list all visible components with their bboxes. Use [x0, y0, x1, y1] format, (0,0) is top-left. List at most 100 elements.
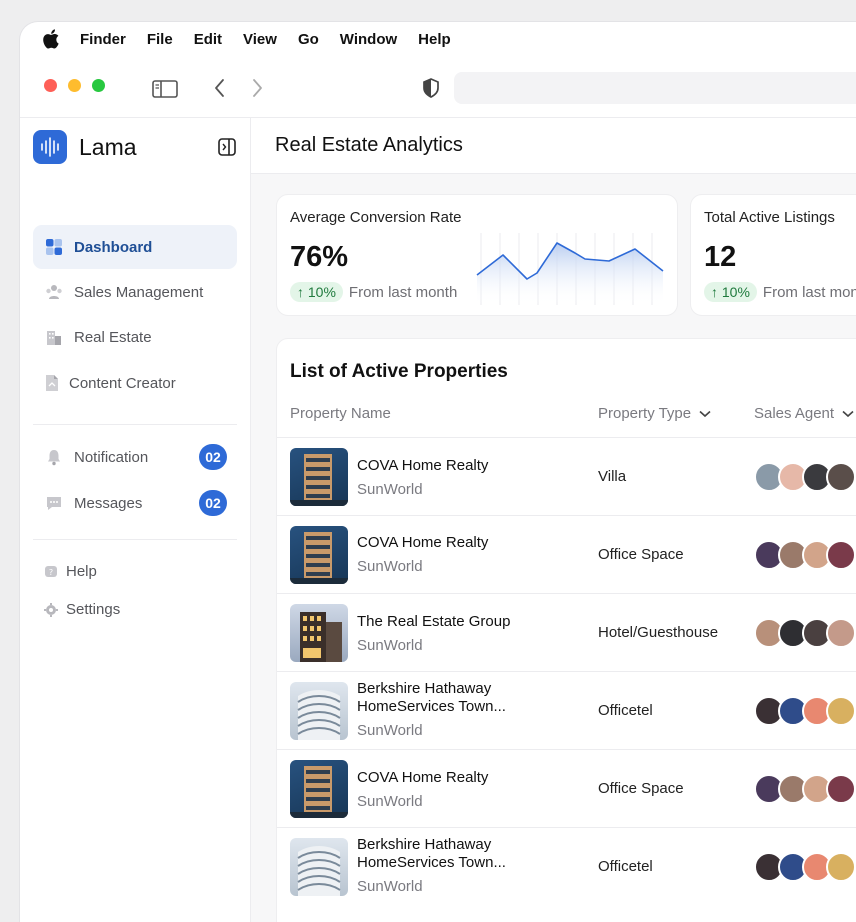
sidebar-item-label: Help [66, 563, 97, 580]
sidebar-item-label: Sales Management [74, 283, 204, 301]
address-bar[interactable] [454, 72, 856, 104]
property-type: Office Space [598, 780, 684, 797]
menu-help[interactable]: Help [418, 31, 451, 48]
sidebar-toggle-icon[interactable] [152, 80, 178, 98]
property-name: COVA Home Realty [357, 534, 489, 551]
active-properties-card: List of Active Properties Property Name … [276, 338, 856, 922]
property-thumbnail [290, 604, 348, 662]
minimize-window-button[interactable] [68, 79, 81, 92]
property-type: Hotel/Guesthouse [598, 624, 719, 641]
brand[interactable]: Lama [33, 130, 137, 164]
shield-icon[interactable] [422, 78, 440, 98]
page-title: Real Estate Analytics [275, 134, 463, 156]
sidebar-divider [33, 539, 237, 540]
sidebar-item-content-creator[interactable]: Content Creator [33, 361, 237, 405]
property-company: SunWorld [357, 481, 423, 498]
menu-view[interactable]: View [243, 31, 277, 48]
column-label: Sales Agent [754, 405, 835, 422]
sidebar-item-label: Settings [66, 601, 121, 618]
property-thumbnail [290, 448, 348, 506]
main-content: Real Estate Analytics Average Conversion… [251, 118, 856, 922]
close-window-button[interactable] [44, 79, 57, 92]
menu-finder[interactable]: Finder [80, 31, 126, 48]
chevron-down-icon [842, 410, 854, 417]
property-name: COVA Home Realty [357, 769, 489, 786]
property-thumbnail [290, 526, 348, 584]
change-text: From last month [348, 283, 458, 301]
property-type: Office Space [598, 546, 684, 563]
sidebar-item-notification[interactable]: Notification 02 [33, 435, 237, 479]
table-row[interactable]: Berkshire Hathaway HomeServices Town... … [277, 827, 856, 905]
stat-value: 76% [290, 241, 349, 273]
property-thumbnail [290, 838, 348, 896]
column-header-property-name[interactable]: Property Name [290, 405, 391, 422]
sidebar-item-real-estate[interactable]: Real Estate [33, 315, 237, 359]
menu-go[interactable]: Go [298, 31, 319, 48]
apple-icon[interactable] [42, 29, 60, 49]
brand-name: Lama [79, 133, 137, 160]
property-name: COVA Home Realty [357, 457, 489, 474]
stat-title: Total Active Listings [704, 209, 835, 226]
collapse-sidebar-icon[interactable] [218, 138, 236, 156]
avatar [826, 618, 856, 648]
menu-file[interactable]: File [147, 31, 173, 48]
property-thumbnail [290, 760, 348, 818]
page-header: Real Estate Analytics [251, 118, 856, 174]
brand-logo-icon [33, 130, 67, 164]
avatar [826, 462, 856, 492]
chat-icon [45, 494, 63, 512]
table-row[interactable]: Berkshire Hathaway HomeServices Town... … [277, 671, 856, 749]
sidebar-item-sales-management[interactable]: Sales Management [33, 270, 237, 314]
stat-value: 12 [704, 241, 737, 273]
app-window: Finder File Edit View Go Window Help Lam… [20, 22, 856, 922]
chevron-down-icon [699, 410, 711, 417]
menu-window[interactable]: Window [340, 31, 397, 48]
change-pill: ↑ 10% [290, 282, 343, 302]
sidebar-divider [33, 424, 237, 425]
notification-count-badge: 02 [199, 444, 227, 470]
property-company: SunWorld [357, 722, 423, 739]
sidebar: Lama Dashboard Sales Management Real Est… [20, 118, 251, 922]
stat-change: ↑ 10% From last month [704, 282, 856, 302]
sidebar-item-settings[interactable]: Settings [44, 601, 120, 618]
avatar [826, 540, 856, 570]
table-row[interactable]: COVA Home Realty SunWorld Villa [277, 437, 856, 515]
sidebar-item-dashboard[interactable]: Dashboard [33, 225, 237, 269]
column-header-property-type[interactable]: Property Type [598, 405, 711, 422]
bell-icon [45, 448, 63, 466]
sidebar-item-label: Content Creator [69, 374, 176, 392]
menu-bar: Finder File Edit View Go Window Help [20, 22, 856, 56]
column-header-sales-agent[interactable]: Sales Agent [754, 405, 854, 422]
property-name: Berkshire Hathaway HomeServices Town... [357, 836, 506, 871]
stat-title: Average Conversion Rate [290, 209, 462, 226]
sparkline-chart [476, 233, 664, 305]
property-type: Villa [598, 468, 627, 485]
property-name: Berkshire Hathaway HomeServices Town... [357, 680, 506, 715]
table-row[interactable]: COVA Home Realty SunWorld Office Space [277, 749, 856, 827]
property-company: SunWorld [357, 637, 423, 654]
property-company: SunWorld [357, 558, 423, 575]
property-name: The Real Estate Group [357, 613, 511, 630]
sidebar-item-label: Notification [74, 448, 149, 466]
avatar [826, 774, 856, 804]
building-icon [45, 328, 63, 346]
sidebar-item-help[interactable]: ? Help [44, 563, 97, 580]
sidebar-item-messages[interactable]: Messages 02 [33, 481, 237, 525]
table-row[interactable]: COVA Home Realty SunWorld Office Space [277, 515, 856, 593]
stat-card-active-listings[interactable]: Total Active Listings 12 ↑ 10% From last… [690, 194, 856, 316]
property-type: Officetel [598, 858, 653, 875]
dashboard-icon [45, 238, 63, 256]
stat-change: ↑ 10% From last month [290, 282, 457, 302]
stat-card-conversion-rate[interactable]: Average Conversion Rate 76% ↑ 10% From l… [276, 194, 678, 316]
column-label: Property Type [598, 405, 692, 422]
property-company: SunWorld [357, 878, 423, 895]
list-title: List of Active Properties [290, 361, 508, 382]
property-thumbnail [290, 682, 348, 740]
property-type: Officetel [598, 702, 653, 719]
menu-edit[interactable]: Edit [194, 31, 222, 48]
zoom-window-button[interactable] [92, 79, 105, 92]
chevron-right-icon[interactable] [250, 78, 264, 98]
document-icon [43, 374, 61, 392]
table-row[interactable]: The Real Estate Group SunWorld Hotel/Gue… [277, 593, 856, 671]
chevron-left-icon[interactable] [213, 78, 227, 98]
